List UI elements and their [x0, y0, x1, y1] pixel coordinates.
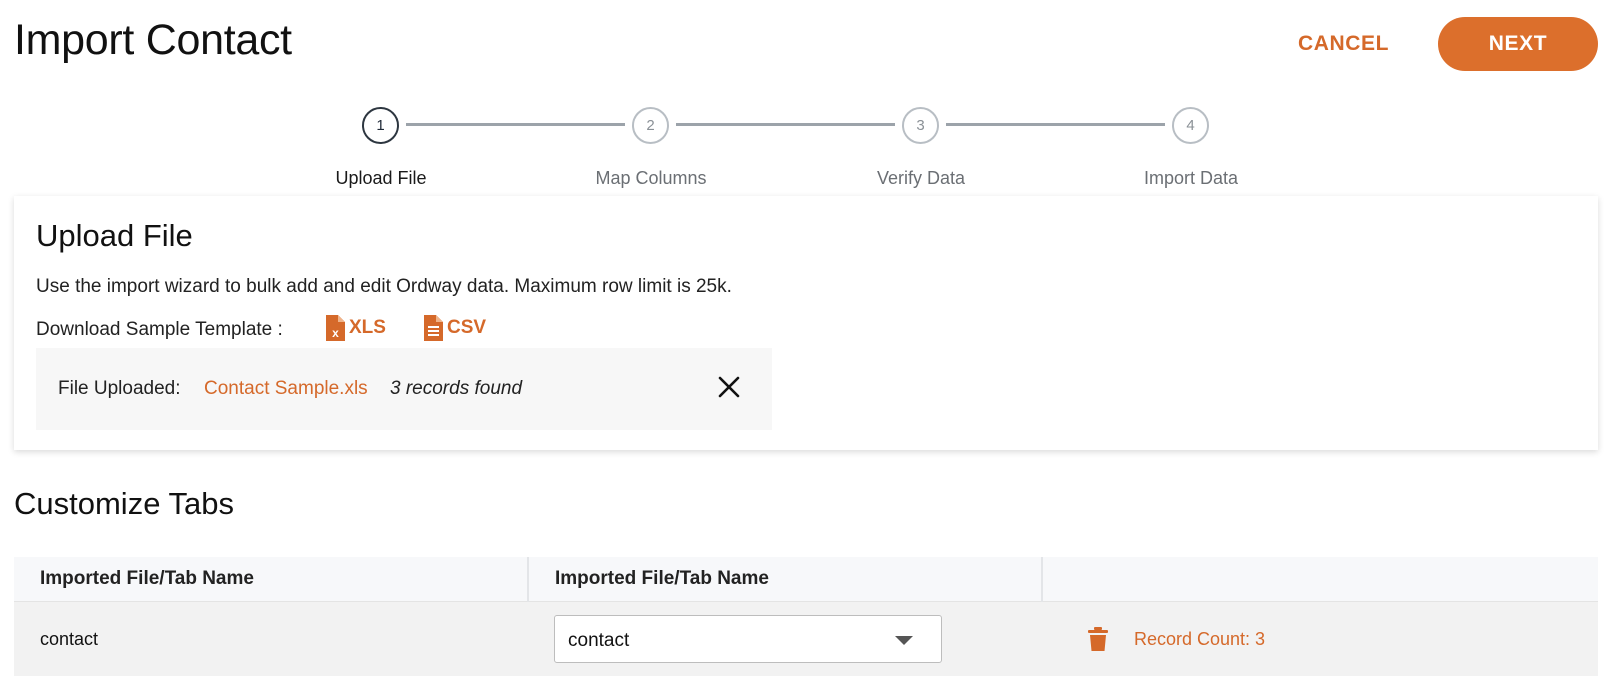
uploaded-file-link[interactable]: Contact Sample.xls [204, 378, 368, 400]
customize-tabs-table: Imported File/Tab Name Imported File/Tab… [14, 557, 1598, 676]
step-2-indicator[interactable]: 2 [632, 107, 669, 144]
column-header [1042, 557, 1598, 602]
records-found-text: 3 records found [390, 378, 523, 399]
step-connector [946, 123, 1165, 126]
uploaded-file-panel: File Uploaded: Contact Sample.xls 3 reco… [36, 348, 772, 430]
csv-file-icon [424, 315, 443, 341]
csv-label: CSV [447, 317, 487, 338]
step-3-label: Verify Data [876, 168, 966, 188]
download-xls-link[interactable]: x XLS [326, 313, 386, 343]
close-icon[interactable] [716, 374, 742, 400]
download-csv-link[interactable]: CSV [424, 313, 486, 343]
upload-description: Use the import wizard to bulk add and ed… [36, 276, 732, 297]
step-3-indicator[interactable]: 3 [902, 107, 939, 144]
column-header: Imported File/Tab Name [528, 557, 1043, 602]
upload-file-card: Upload File Use the import wizard to bul… [14, 196, 1598, 450]
svg-text:x: x [332, 326, 339, 340]
step-4-label: Import Data [1143, 168, 1239, 188]
tab-name-cell: contact [14, 601, 528, 676]
tab-select-cell: contact [528, 601, 1042, 676]
table-header-row: Imported File/Tab Name Imported File/Tab… [14, 557, 1598, 602]
step-connector [676, 123, 895, 126]
step-2-label: Map Columns [595, 168, 707, 188]
tab-actions-cell: Record Count: 3 [1042, 601, 1598, 676]
customize-tabs-title: Customize Tabs [14, 486, 234, 521]
xls-file-icon: x [326, 315, 345, 341]
trash-icon[interactable] [1088, 627, 1108, 651]
step-connector [406, 123, 625, 126]
tab-select-value: contact [568, 630, 630, 651]
step-4-indicator[interactable]: 4 [1172, 107, 1209, 144]
upload-section-title: Upload File [36, 218, 193, 253]
xls-label: XLS [349, 317, 386, 338]
template-label: Download Sample Template : [36, 319, 283, 340]
tab-select[interactable]: contact [554, 615, 942, 663]
table-row: contact contact Record Count: 3 [14, 601, 1598, 676]
column-header: Imported File/Tab Name [14, 557, 529, 602]
import-stepper: 1 2 3 4 Upload File Map Columns Verify D… [0, 0, 1612, 190]
chevron-down-icon [895, 636, 913, 645]
step-1-indicator[interactable]: 1 [362, 107, 399, 144]
file-uploaded-label: File Uploaded: [58, 378, 181, 399]
record-count: Record Count: 3 [1134, 628, 1266, 649]
step-1-label: Upload File [335, 168, 427, 188]
